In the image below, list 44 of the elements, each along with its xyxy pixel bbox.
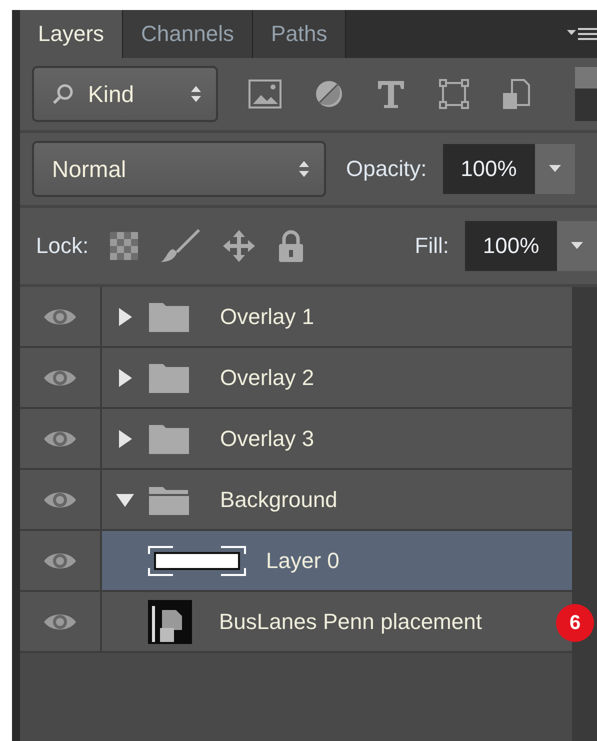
layer-row[interactable]: Background <box>20 470 572 531</box>
opacity-dropdown-button[interactable] <box>534 144 575 194</box>
text-icon[interactable] <box>376 79 406 109</box>
fill-dropdown-button[interactable] <box>557 221 597 271</box>
panel-menu-icon[interactable] <box>567 26 597 42</box>
brush-icon[interactable] <box>158 228 201 264</box>
panel-tab[interactable]: Channels <box>123 10 253 58</box>
layer-row[interactable]: Overlay 2 <box>20 348 572 409</box>
fill-field[interactable]: 100% <box>465 221 557 271</box>
lock-label: Lock: <box>36 233 89 259</box>
filter-toggle[interactable] <box>575 67 597 121</box>
filter-dropdown[interactable]: Kind <box>32 66 218 122</box>
layer-name: Background <box>220 486 338 512</box>
opacity-label: Opacity: <box>346 156 427 182</box>
layer-thumbnail <box>148 600 192 644</box>
folder-icon <box>148 422 190 454</box>
panel-tab[interactable]: Layers <box>20 10 124 58</box>
layer-name: Overlay 3 <box>220 426 314 452</box>
adjustment-icon[interactable] <box>314 79 344 109</box>
folder-icon <box>148 300 190 332</box>
move-icon[interactable] <box>220 228 257 264</box>
layer-name: Overlay 1 <box>220 304 314 330</box>
caret-icon <box>548 165 561 173</box>
folder-icon <box>148 362 190 394</box>
layer-name: Overlay 2 <box>220 364 314 390</box>
image-icon[interactable] <box>248 79 282 109</box>
layer-row[interactable]: Overlay 3 <box>20 409 572 470</box>
fill-label: Fill: <box>414 233 449 259</box>
disclosure-triangle-icon[interactable] <box>116 430 134 448</box>
layer-name: BusLanes Penn placement <box>219 608 482 634</box>
shape-icon[interactable] <box>438 78 470 110</box>
smart-object-icon[interactable] <box>502 78 530 110</box>
disclosure-triangle-icon[interactable] <box>116 308 134 326</box>
panel-tab[interactable]: Paths <box>253 10 346 58</box>
blend-mode-dropdown[interactable]: Normal <box>32 141 326 197</box>
layer-row[interactable]: Overlay 1 <box>20 287 572 348</box>
caret-icon <box>571 242 583 250</box>
layer-row[interactable]: Layer 0 <box>20 531 572 592</box>
disclosure-triangle-icon[interactable] <box>116 368 134 386</box>
opacity-field[interactable]: 100% <box>442 144 535 194</box>
lock-icon[interactable] <box>276 229 305 263</box>
checkerboard-icon[interactable] <box>108 231 139 261</box>
layer-name: Layer 0 <box>266 548 340 574</box>
search-icon <box>52 83 74 105</box>
